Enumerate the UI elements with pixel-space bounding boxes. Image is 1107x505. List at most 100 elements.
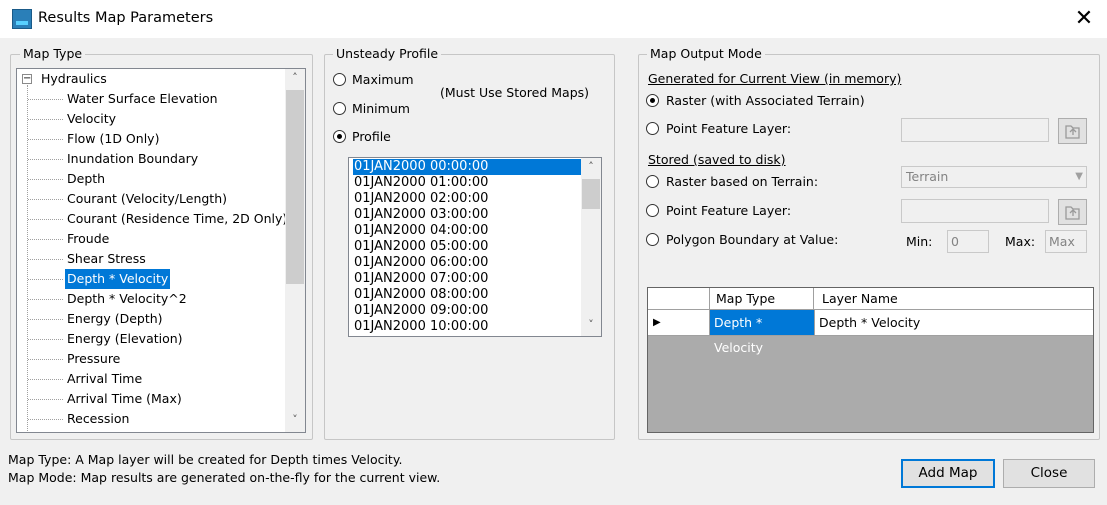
tree-connector bbox=[28, 199, 63, 200]
close-icon[interactable]: ✕ bbox=[1068, 4, 1100, 34]
polygon-boundary-radio[interactable] bbox=[646, 233, 659, 246]
stored-point-feature-label[interactable]: Point Feature Layer: bbox=[666, 203, 791, 218]
maximum-radio[interactable] bbox=[333, 73, 346, 86]
profile-radio[interactable] bbox=[333, 130, 346, 143]
map-output-mode-legend: Map Output Mode bbox=[647, 46, 765, 61]
raster-based-terrain-label[interactable]: Raster based on Terrain: bbox=[666, 174, 818, 189]
minimum-radio[interactable] bbox=[333, 102, 346, 115]
unsteady-profile-legend: Unsteady Profile bbox=[333, 46, 442, 61]
point-feature-radio[interactable] bbox=[646, 122, 659, 135]
tree-connector bbox=[28, 119, 63, 120]
tree-root-hydraulics[interactable]: Hydraulics bbox=[41, 69, 107, 89]
map-type-legend: Map Type bbox=[20, 46, 86, 61]
stored-heading: Stored (saved to disk) bbox=[648, 152, 786, 167]
min-label: Min: bbox=[906, 234, 933, 249]
current-view-heading: Generated for Current View (in memory) bbox=[648, 71, 902, 86]
maximum-label[interactable]: Maximum bbox=[352, 72, 414, 87]
tree-connector bbox=[28, 159, 63, 160]
window-title: Results Map Parameters bbox=[38, 10, 214, 26]
chevron-down-icon: ▼ bbox=[1075, 171, 1083, 182]
list-item[interactable]: 01JAN2000 08:00:00 bbox=[353, 287, 581, 303]
tree-item[interactable]: Courant (Residence Time, 2D Only) bbox=[65, 209, 289, 229]
point-feature-browse-button[interactable] bbox=[1058, 118, 1087, 144]
grid-header: Map Type Layer Name bbox=[648, 288, 1093, 310]
table-row[interactable]: ▶ Depth * Velocity Depth * Velocity bbox=[648, 310, 1093, 355]
tree-connector bbox=[28, 399, 63, 400]
list-item[interactable]: 01JAN2000 02:00:00 bbox=[353, 191, 581, 207]
tree-item[interactable]: Pressure bbox=[65, 349, 122, 369]
list-item[interactable]: 01JAN2000 00:00:00 bbox=[353, 159, 581, 175]
tree-item[interactable]: Arrival Time bbox=[65, 369, 144, 389]
cell-map-type[interactable]: Depth * Velocity bbox=[710, 310, 814, 355]
list-item[interactable]: 01JAN2000 10:00:00 bbox=[353, 319, 581, 335]
tree-connector bbox=[28, 299, 63, 300]
raster-terrain-label[interactable]: Raster (with Associated Terrain) bbox=[666, 93, 865, 108]
tree-item[interactable]: Energy (Depth) bbox=[65, 309, 165, 329]
list-item[interactable]: 01JAN2000 07:00:00 bbox=[353, 271, 581, 287]
collapse-icon[interactable]: − bbox=[22, 74, 32, 84]
list-item[interactable]: 01JAN2000 06:00:00 bbox=[353, 255, 581, 271]
profile-label[interactable]: Profile bbox=[352, 129, 391, 144]
list-item[interactable]: 01JAN2000 05:00:00 bbox=[353, 239, 581, 255]
tree-connector bbox=[28, 259, 63, 260]
tree-connector bbox=[28, 99, 63, 100]
point-feature-input[interactable] bbox=[901, 118, 1049, 142]
column-header-layer-name[interactable]: Layer Name bbox=[814, 288, 1093, 309]
tree-item[interactable]: Velocity bbox=[65, 109, 118, 129]
stored-point-feature-input[interactable] bbox=[901, 199, 1049, 223]
tree-connector bbox=[28, 379, 63, 380]
tree-item[interactable]: Inundation Boundary bbox=[65, 149, 200, 169]
stored-point-feature-browse-button[interactable] bbox=[1058, 199, 1087, 225]
minimum-label[interactable]: Minimum bbox=[352, 101, 410, 116]
map-type-description: Map Type: A Map layer will be created fo… bbox=[8, 452, 403, 467]
cell-layer-name[interactable]: Depth * Velocity bbox=[814, 310, 1093, 335]
raster-based-terrain-radio[interactable] bbox=[646, 175, 659, 188]
max-input[interactable]: Max bbox=[1045, 230, 1087, 253]
row-header-corner bbox=[648, 288, 710, 309]
add-map-button[interactable]: Add Map bbox=[901, 459, 995, 488]
list-item[interactable]: 01JAN2000 01:00:00 bbox=[353, 175, 581, 191]
stored-point-feature-radio[interactable] bbox=[646, 204, 659, 217]
column-header-map-type[interactable]: Map Type bbox=[710, 288, 814, 309]
tree-item[interactable]: Depth * Velocity bbox=[65, 269, 171, 289]
map-layers-grid[interactable]: Map Type Layer Name ▶ Depth * Velocity D… bbox=[647, 287, 1094, 433]
tree-connector bbox=[28, 179, 63, 180]
map-type-tree[interactable]: − Hydraulics Water Surface Elevation Velo… bbox=[16, 68, 306, 433]
map-mode-description: Map Mode: Map results are generated on-t… bbox=[8, 470, 441, 485]
profile-scroll-up-icon[interactable]: ˄ bbox=[581, 160, 601, 178]
scroll-up-icon[interactable]: ˄ bbox=[285, 71, 305, 89]
tree-item[interactable]: Shear Stress bbox=[65, 249, 148, 269]
polygon-boundary-label[interactable]: Polygon Boundary at Value: bbox=[666, 232, 838, 247]
tree-item[interactable]: Depth bbox=[65, 169, 107, 189]
list-item[interactable]: 01JAN2000 09:00:00 bbox=[353, 303, 581, 319]
tree-item[interactable]: Duration bbox=[65, 429, 123, 432]
tree-item[interactable]: Recession bbox=[65, 409, 131, 429]
tree-item[interactable]: Depth * Velocity^2 bbox=[65, 289, 189, 309]
tree-item[interactable]: Water Surface Elevation bbox=[65, 89, 220, 109]
tree-item[interactable]: Flow (1D Only) bbox=[65, 129, 161, 149]
close-button[interactable]: Close bbox=[1003, 459, 1095, 488]
profile-list[interactable]: 01JAN2000 00:00:00 01JAN2000 01:00:00 01JA… bbox=[348, 157, 602, 337]
list-item[interactable]: 01JAN2000 04:00:00 bbox=[353, 223, 581, 239]
tree-connector bbox=[28, 139, 63, 140]
tree-item[interactable]: Arrival Time (Max) bbox=[65, 389, 184, 409]
terrain-combo[interactable]: Terrain ▼ bbox=[901, 166, 1087, 188]
tree-item[interactable]: Courant (Velocity/Length) bbox=[65, 189, 229, 209]
tree-item[interactable]: Energy (Elevation) bbox=[65, 329, 185, 349]
point-feature-label[interactable]: Point Feature Layer: bbox=[666, 121, 791, 136]
tree-connector bbox=[28, 339, 63, 340]
tree-connector bbox=[28, 239, 63, 240]
tree-connector bbox=[28, 279, 63, 280]
scrollbar-thumb[interactable] bbox=[286, 90, 304, 284]
profile-scrollbar-thumb[interactable] bbox=[582, 179, 600, 209]
tree-item[interactable]: Froude bbox=[65, 229, 111, 249]
list-item[interactable]: 01JAN2000 03:00:00 bbox=[353, 207, 581, 223]
folder-open-icon bbox=[1065, 206, 1080, 220]
tree-connector bbox=[28, 419, 63, 420]
tree-connector bbox=[28, 319, 63, 320]
profile-scroll-down-icon[interactable]: ˅ bbox=[581, 318, 601, 336]
scroll-down-icon[interactable]: ˅ bbox=[285, 413, 305, 431]
raster-terrain-radio[interactable] bbox=[646, 94, 659, 107]
row-indicator-icon: ▶ bbox=[653, 317, 661, 328]
min-input[interactable]: 0 bbox=[947, 230, 989, 253]
